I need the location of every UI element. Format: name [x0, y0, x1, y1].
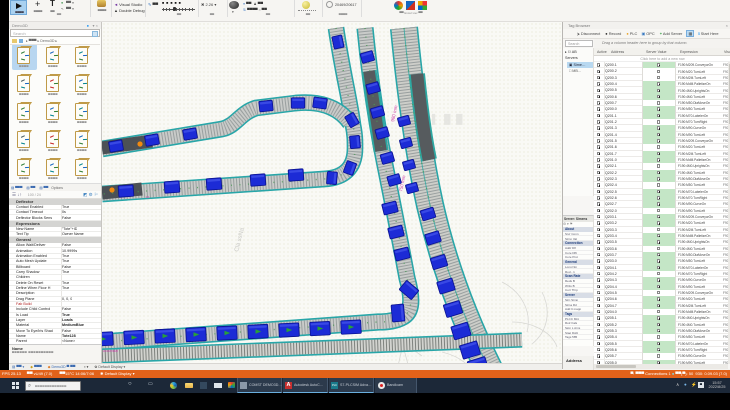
svg-text:▌ ▐▌ █: ▌ ▐▌ █ [432, 113, 463, 125]
svg-text:980 mm: 980 mm [390, 105, 398, 122]
svg-text:F1: F1 [146, 195, 150, 199]
svg-text:Cla ssNa: Cla ssNa [234, 227, 246, 253]
svg-text:Accumulat: Accumulat [103, 349, 118, 353]
